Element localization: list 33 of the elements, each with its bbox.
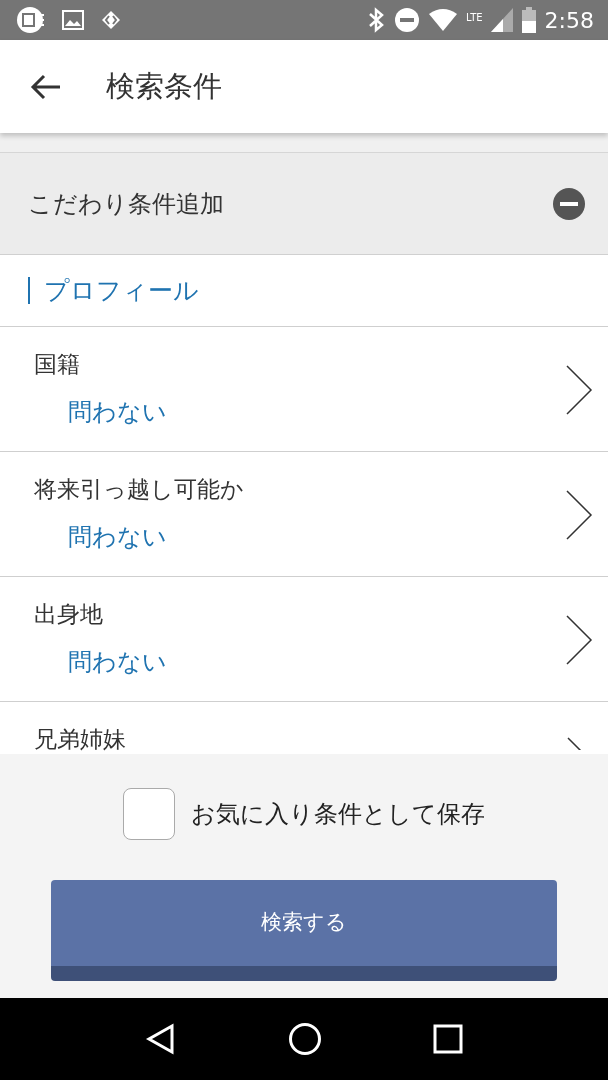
group-heading: プロフィール <box>28 276 199 305</box>
item-label: 兄弟姉妹 <box>34 725 126 754</box>
home-icon[interactable] <box>288 1022 322 1056</box>
image-icon <box>62 10 84 30</box>
list-item[interactable]: 国籍 問わない <box>0 327 608 452</box>
list-item[interactable]: 出身地 問わない <box>0 577 608 702</box>
section-title: こだわり条件追加 <box>28 188 224 220</box>
app-notification-icon <box>16 6 46 34</box>
do-not-disturb-icon <box>393 7 420 33</box>
network-type: LTE <box>465 10 483 25</box>
item-value: 問わない <box>68 396 167 428</box>
chevron-right-icon <box>566 489 594 541</box>
item-value: 問わない <box>68 646 167 678</box>
item-label: 出身地 <box>34 600 104 629</box>
signal-icon <box>490 8 513 32</box>
item-label: 将来引っ越し可能か <box>34 475 244 504</box>
item-label: 国籍 <box>34 350 81 379</box>
overview-icon[interactable] <box>432 1024 463 1054</box>
search-button[interactable]: 検索する <box>51 880 557 981</box>
clock: 2:58 <box>544 6 594 35</box>
wifi-icon <box>427 8 458 32</box>
battery-icon <box>520 7 537 33</box>
chevron-right-icon <box>566 614 594 666</box>
screen-title: 検索条件 <box>106 67 222 105</box>
item-value: 問わない <box>68 521 168 553</box>
back-arrow-icon[interactable] <box>30 73 62 100</box>
collapse-icon[interactable] <box>552 186 586 221</box>
chevron-right-icon <box>567 736 582 750</box>
section-header[interactable]: こだわり条件追加 <box>0 153 608 255</box>
chevron-right-icon <box>566 364 594 416</box>
checkbox[interactable] <box>123 788 175 840</box>
list-item[interactable]: 将来引っ越し可能か 問わない <box>0 452 608 577</box>
checkbox-label: お気に入り条件として保存 <box>191 799 485 830</box>
